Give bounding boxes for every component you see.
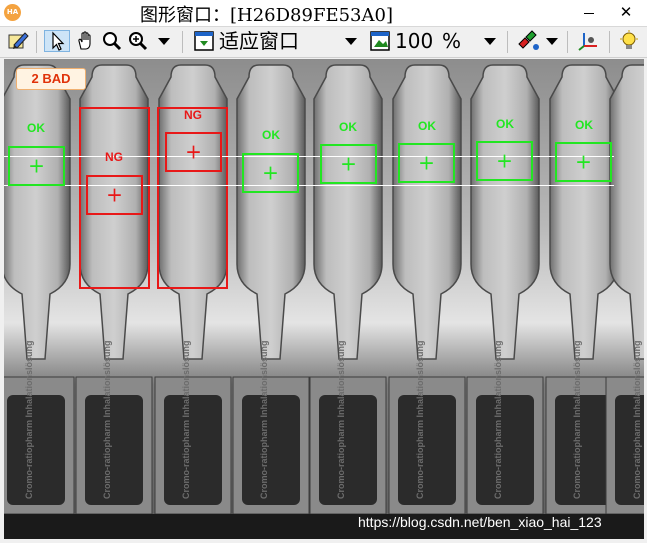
- vial-label-text: Cromo-ratiopharm Inhalationslösung: [259, 340, 269, 499]
- vial-label-text: Cromo-ratiopharm Inhalationslösung: [102, 340, 112, 499]
- halcon-logo-icon: HA: [4, 4, 21, 21]
- crosshair-icon: +: [106, 182, 123, 207]
- vial-label-text: Cromo-ratiopharm Inhalationslösung: [181, 340, 191, 499]
- roi-box-2: +: [86, 175, 143, 215]
- close-button[interactable]: ✕: [606, 0, 646, 25]
- roi-box-3: +: [165, 132, 222, 172]
- color-pick-icon[interactable]: [515, 30, 541, 52]
- roi-box-6: +: [398, 143, 455, 183]
- crosshair-icon: +: [262, 160, 279, 185]
- pointer-icon[interactable]: [44, 30, 70, 52]
- crosshair-icon: +: [28, 153, 45, 178]
- result-label-5: OK: [339, 120, 357, 134]
- magnifier-icon[interactable]: [100, 30, 124, 52]
- toolbar-separator: [609, 31, 610, 53]
- title-bar: HA 图形窗口：[H26D89FE53A0] ✕: [0, 0, 647, 27]
- vial-label-text: Cromo-ratiopharm Inhalationslösung: [336, 340, 346, 499]
- vial-label-text: Cromo-ratiopharm Inhalationslösung: [572, 340, 582, 499]
- toolbar-separator: [182, 31, 183, 53]
- roi-box-5: +: [320, 144, 377, 184]
- crosshair-icon: +: [575, 149, 592, 174]
- roi-box-1: +: [8, 146, 65, 186]
- fit-window-dropdown-arrow[interactable]: [345, 38, 357, 45]
- zoom-percent-icon[interactable]: [369, 30, 393, 52]
- result-label-3: NG: [184, 108, 202, 122]
- zoom-value[interactable]: 100: [395, 28, 433, 54]
- toolbar-separator: [36, 31, 37, 53]
- crosshair-icon: +: [496, 148, 513, 173]
- lightbulb-icon[interactable]: [617, 30, 641, 52]
- minimize-button[interactable]: [574, 0, 604, 25]
- zoom-dropdown-arrow[interactable]: [484, 38, 496, 45]
- toolbar: 适应窗口 100 %: [0, 27, 647, 58]
- color-dropdown-arrow[interactable]: [546, 38, 558, 45]
- bad-count-badge: 2 BAD: [16, 68, 86, 90]
- vial-label-text: Cromo-ratiopharm Inhalationslösung: [632, 340, 642, 499]
- watermark-text: https://blog.csdn.net/ben_xiao_hai_123: [358, 514, 602, 530]
- result-label-7: OK: [496, 117, 514, 131]
- edit-pencil-icon[interactable]: [6, 30, 30, 52]
- axes-icon[interactable]: [576, 30, 602, 52]
- crosshair-icon: +: [185, 139, 202, 164]
- result-label-6: OK: [418, 119, 436, 133]
- vial-label-text: Cromo-ratiopharm Inhalationslösung: [415, 340, 425, 499]
- crosshair-icon: +: [340, 151, 357, 176]
- pan-hand-icon[interactable]: [74, 30, 98, 52]
- roi-box-7: +: [476, 141, 533, 181]
- window-title: 图形窗口：[H26D89FE53A0]: [140, 5, 393, 26]
- roi-box-4: +: [242, 153, 299, 193]
- result-label-1: OK: [27, 121, 45, 135]
- zoom-in-icon[interactable]: [126, 30, 152, 52]
- toolbar-separator: [507, 31, 508, 53]
- result-label-4: OK: [262, 128, 280, 142]
- toolbar-separator: [567, 31, 568, 53]
- fit-window-label[interactable]: 适应窗口: [219, 28, 299, 54]
- fit-window-icon[interactable]: [193, 30, 217, 52]
- result-label-2: NG: [105, 150, 123, 164]
- zoom-mode-dropdown-arrow[interactable]: [158, 38, 170, 45]
- vial-label-text: Cromo-ratiopharm Inhalationslösung: [493, 340, 503, 499]
- result-label-8: OK: [575, 118, 593, 132]
- roi-box-8: +: [555, 142, 612, 182]
- crosshair-icon: +: [418, 150, 435, 175]
- vial-label-text: Cromo-ratiopharm Inhalationslösung: [24, 340, 34, 499]
- zoom-unit: %: [442, 29, 462, 53]
